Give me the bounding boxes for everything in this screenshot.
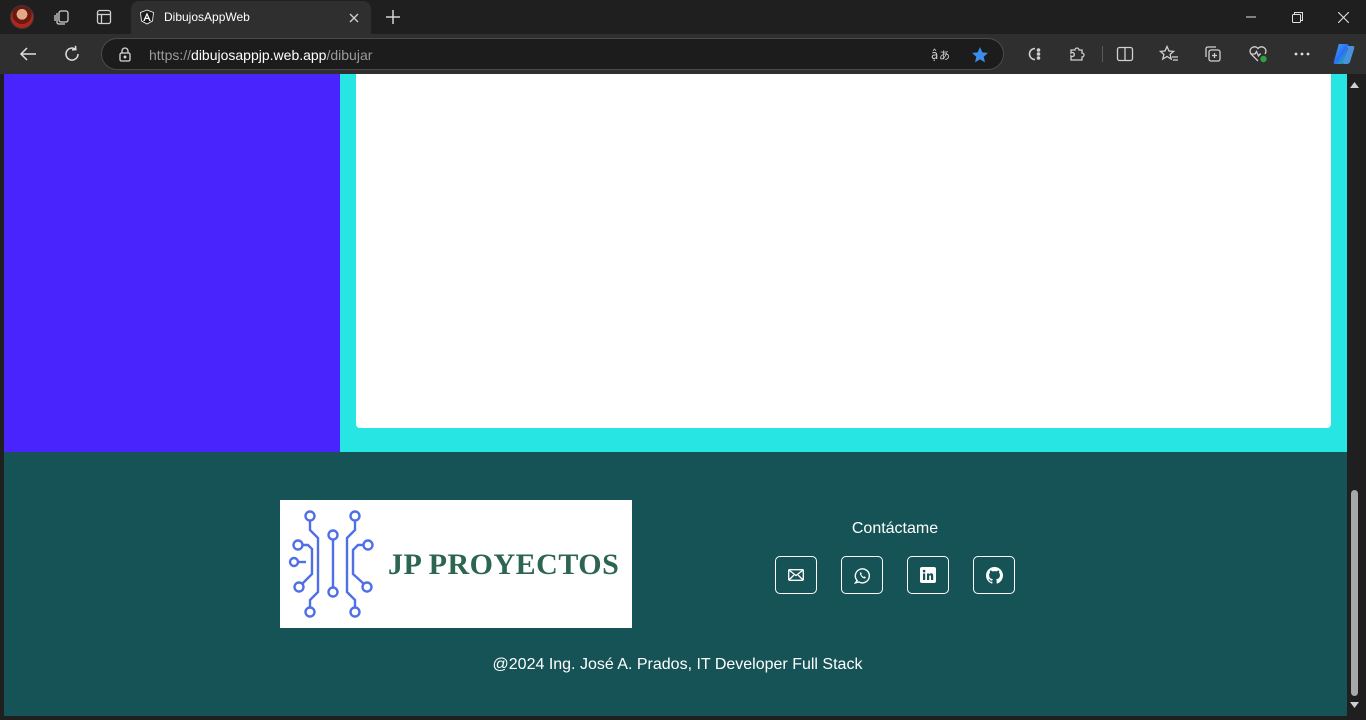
vertical-scrollbar[interactable] [1347,74,1362,716]
split-screen-button[interactable] [1109,40,1141,68]
restore-icon [1291,11,1303,23]
scrollbar-thumb[interactable] [1351,490,1358,696]
caret-up-icon [1350,82,1359,88]
minimize-button[interactable] [1228,0,1274,34]
more-menu-button[interactable] [1286,40,1318,68]
heart-pulse-icon [1249,46,1267,63]
tools-sidebar [4,74,340,452]
canvas-container [340,74,1347,452]
svg-text:あ: あ [939,49,950,62]
contact-title: Contáctame [851,520,939,537]
workspaces-button[interactable] [48,5,76,29]
restore-button[interactable] [1274,0,1320,34]
tab-title: DibujosAppWeb [164,10,250,24]
close-window-button[interactable] [1320,0,1366,34]
collections-icon [1205,46,1221,62]
page-viewport: JP PROYECTOS Contáctame @2024 Ing. José … [4,74,1347,716]
tab-strip: DibujosAppWeb [0,0,1366,34]
email-link[interactable] [775,556,817,594]
browser-toolbar: https://dibujosappjp.web.app/dibujar ậあ [0,34,1366,74]
favorites-button[interactable] [1153,40,1185,68]
circuit-icon [288,510,374,618]
active-tab[interactable]: DibujosAppWeb [131,1,371,34]
new-tab-button[interactable] [380,5,406,29]
close-icon [349,13,359,23]
linkedin-link[interactable] [907,556,949,594]
essentials-icon [1028,47,1041,61]
caret-down-icon [1350,702,1359,708]
back-arrow-icon [19,47,36,61]
copyright-text: @2024 Ing. José A. Prados, IT Developer … [492,656,863,673]
reload-icon [65,45,79,61]
tab-close-button[interactable] [345,9,363,27]
angular-icon [140,9,154,25]
address-bar[interactable]: https://dibujosappjp.web.app/dibujar ậあ [101,38,1004,70]
url-scheme: https:// [149,47,192,63]
workspaces-icon [54,10,69,25]
tab-actions-icon [96,9,112,25]
url-path: /dibujar [326,47,373,63]
extensions-button[interactable] [1061,40,1093,68]
back-button[interactable] [12,40,44,68]
github-link[interactable] [973,556,1015,594]
collections-button[interactable] [1197,40,1229,68]
performance-button[interactable] [1242,40,1274,68]
whatsapp-link[interactable] [841,556,883,594]
logo-text: JP PROYECTOS [388,548,620,581]
lock-icon[interactable] [117,46,133,62]
favorite-button[interactable] [969,44,991,66]
copilot-icon [1333,44,1355,64]
copilot-button[interactable] [1328,40,1360,68]
more-icon [1294,52,1310,56]
plus-icon [386,10,400,24]
linkedin-icon [920,567,936,583]
read-aloud-button[interactable]: ậあ [929,44,951,66]
drawing-canvas[interactable] [356,74,1331,428]
email-icon [788,569,804,581]
puzzle-icon [1070,47,1085,61]
github-icon [985,566,1003,584]
reload-button[interactable] [56,40,88,68]
read-aloud-icon: ậあ [931,48,950,62]
toolbar-separator [1102,46,1103,62]
jp-proyectos-logo: JP PROYECTOS [280,500,632,628]
scroll-down-arrow[interactable] [1350,700,1359,710]
split-screen-icon [1116,46,1134,62]
whatsapp-icon [853,567,870,584]
tab-actions-button[interactable] [90,5,118,29]
url-host: dibujosappjp.web.app [191,47,327,63]
profile-avatar[interactable] [10,5,34,29]
minimize-icon [1246,16,1256,18]
scroll-up-arrow[interactable] [1350,80,1359,90]
footer: JP PROYECTOS Contáctame @2024 Ing. José … [4,452,1347,716]
favorites-icon [1159,45,1178,61]
browser-essentials-button[interactable] [1017,40,1049,68]
url-text[interactable]: https://dibujosappjp.web.app/dibujar [149,47,372,63]
svg-text:ậ: ậ [931,48,938,62]
close-icon [1337,11,1349,23]
star-icon [972,47,988,63]
